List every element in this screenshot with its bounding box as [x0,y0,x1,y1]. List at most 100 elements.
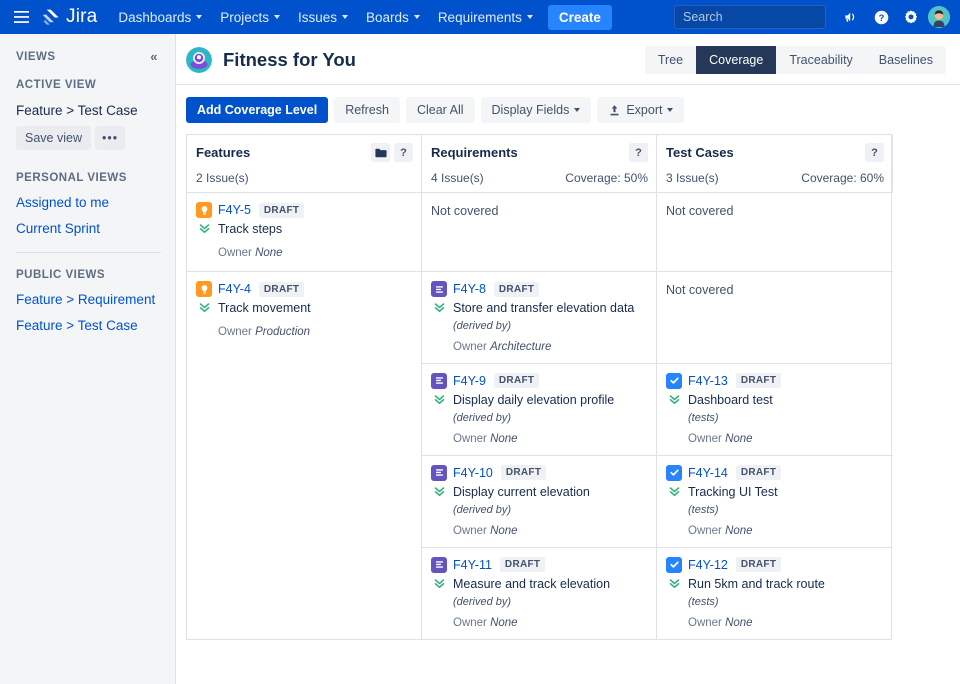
testcase-cell[interactable]: F4Y-13 DRAFT Dashboard test (tests) Owne… [657,362,893,455]
owner-value: None [490,432,518,445]
issue-key-link[interactable]: F4Y-9 [453,374,486,388]
sidebar-item-assigned-to-me[interactable]: Assigned to me [16,195,161,210]
refresh-button[interactable]: Refresh [334,97,400,123]
tab-coverage[interactable]: Coverage [696,46,777,74]
help-icon[interactable]: ? [394,143,413,162]
svg-text:?: ? [878,13,884,23]
display-fields-button[interactable]: Display Fields [480,97,592,123]
nav-item-boards[interactable]: Boards [357,5,429,30]
not-covered-label: Not covered [431,204,499,218]
jira-logo[interactable]: Jira [42,6,97,28]
search-box[interactable] [674,5,844,29]
column-header-requirements: Requirements ? 4 Issue(s) Coverage: 50% [422,135,657,193]
nav-item-requirements[interactable]: Requirements [429,5,542,30]
status-badge: DRAFT [493,281,540,297]
issue-key-link[interactable]: F4Y-8 [453,282,486,296]
add-coverage-level-button[interactable]: Add Coverage Level [186,97,329,123]
help-icon[interactable]: ? [629,143,648,162]
megaphone-icon[interactable] [838,4,864,30]
priority-low-icon [666,484,682,497]
issue-key-link[interactable]: F4Y-4 [218,282,251,296]
testcase-cell[interactable]: F4Y-12 DRAFT Run 5km and track route (te… [657,546,893,639]
issue-key-link[interactable]: F4Y-14 [688,466,728,480]
search-input[interactable] [683,10,844,24]
issue-key-link[interactable]: F4Y-10 [453,466,493,480]
user-avatar[interactable] [928,6,950,28]
page-title: Fitness for You [223,49,356,70]
issue-summary: Track movement [218,301,311,315]
testcase-cell-empty: Not covered [657,193,893,271]
active-view-name: Feature > Test Case [16,103,138,118]
issue-summary-row: Track movement [196,300,412,317]
requirement-cell[interactable]: F4Y-11 DRAFT Measure and track elevation… [422,546,657,639]
nav-item-dashboards[interactable]: Dashboards [109,5,211,30]
clear-all-label: Clear All [416,103,464,117]
issue-key-row: F4Y-8 DRAFT [431,281,647,297]
column-header-icons: ? [371,143,413,162]
nav-item-projects[interactable]: Projects [211,5,289,30]
issue-key-row: F4Y-12 DRAFT [666,556,884,573]
upload-icon [610,104,619,115]
issue-summary-row: Display daily elevation profile [431,392,647,409]
view-tabs: Tree Coverage Traceability Baselines [644,46,946,74]
sidebar-item-feature-requirement[interactable]: Feature > Requirement [16,292,161,307]
collapse-sidebar-icon[interactable]: « [147,48,161,65]
chevron-down-icon [196,15,203,19]
status-badge: DRAFT [735,373,782,389]
testcase-cell[interactable]: F4Y-14 DRAFT Tracking UI Test (tests) Ow… [657,454,893,547]
owner-label: Owner [688,616,722,629]
create-button[interactable]: Create [547,4,612,30]
issue-key-link[interactable]: F4Y-11 [453,558,492,572]
tab-baselines[interactable]: Baselines [866,46,946,74]
feature-cell[interactable]: F4Y-5 DRAFT Track steps Owner None [187,193,422,271]
issue-summary-row: Store and transfer elevation data [431,300,647,317]
requirement-cell[interactable]: F4Y-8 DRAFT Store and transfer elevation… [422,271,657,363]
tab-traceability[interactable]: Traceability [776,46,865,74]
nav-label: Requirements [437,9,522,25]
export-button[interactable]: Export [597,97,685,123]
owner-row: Owner None [453,525,647,537]
issue-key-link[interactable]: F4Y-13 [688,374,728,388]
help-circle-icon[interactable]: ? [868,4,894,30]
column-header-sub: 4 Issue(s) Coverage: 50% [431,171,648,185]
owner-row: Owner None [688,433,884,445]
public-views-label: PUBLIC VIEWS [16,269,106,281]
priority-low-icon [431,300,447,313]
column-header-test-cases: Test Cases ? 3 Issue(s) Coverage: 60% [657,135,893,193]
issue-key-link[interactable]: F4Y-12 [688,558,728,572]
requirement-doc-icon [431,372,447,389]
sidebar-item-current-sprint[interactable]: Current Sprint [16,221,161,236]
status-badge: DRAFT [735,557,782,573]
issue-summary: Tracking UI Test [688,484,778,499]
top-nav-right-group: ? [674,4,950,30]
view-more-options-button[interactable]: ••• [94,126,126,150]
save-view-button[interactable]: Save view [16,126,91,150]
nav-item-issues[interactable]: Issues [289,5,357,30]
feature-bulb-icon [196,281,212,297]
feature-cell[interactable]: F4Y-4 DRAFT Track movement Owner Product… [187,271,422,639]
owner-value: None [490,524,518,537]
column-header-sub: 2 Issue(s) [196,171,413,185]
relation-label: (derived by) [453,319,512,332]
owner-row: Owner None [453,617,647,629]
requirement-cell[interactable]: F4Y-10 DRAFT Display current elevation (… [422,454,657,547]
hamburger-menu-icon[interactable] [8,4,34,30]
issue-key-link[interactable]: F4Y-5 [218,203,251,217]
issue-key-row: F4Y-14 DRAFT [666,464,884,481]
help-icon[interactable]: ? [865,143,884,162]
requirement-cell[interactable]: F4Y-9 DRAFT Display daily elevation prof… [422,362,657,455]
clear-all-button[interactable]: Clear All [405,97,475,123]
sidebar-header: VIEWS « [16,48,161,65]
sidebar-item-feature-test-case[interactable]: Feature > Test Case [16,318,161,333]
gear-icon[interactable] [898,4,924,30]
status-badge: DRAFT [735,465,782,481]
owner-row: Owner None [453,433,647,445]
priority-low-icon [666,392,682,405]
owner-row: Owner None [218,247,412,259]
tab-tree[interactable]: Tree [645,46,696,74]
folder-icon[interactable] [371,143,390,162]
nav-label: Boards [366,9,409,25]
sidebar-heading: VIEWS [16,50,56,63]
testcase-check-icon [666,372,682,389]
display-fields-label: Display Fields [491,103,570,117]
